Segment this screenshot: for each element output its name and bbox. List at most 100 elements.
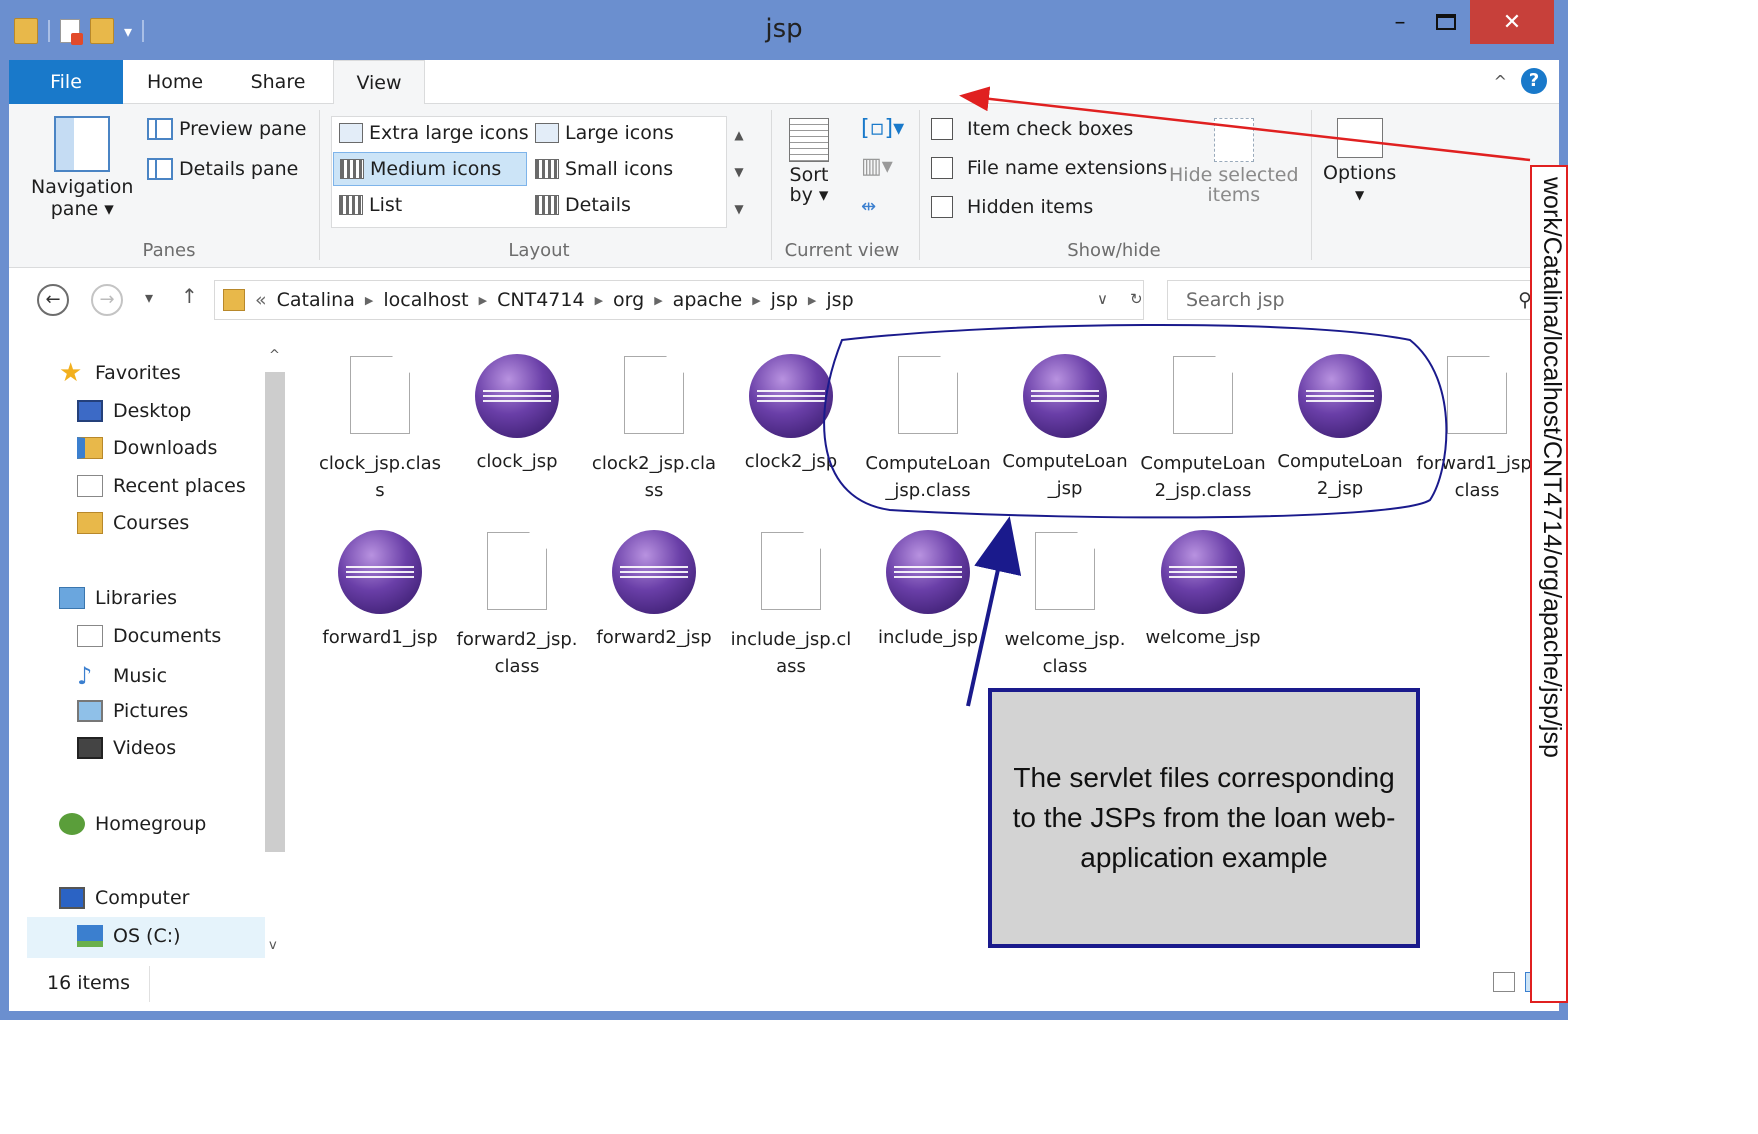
tab-home[interactable]: Home [135, 60, 215, 104]
extra-large-icons-option[interactable]: Extra large icons [339, 122, 529, 144]
tab-file[interactable]: File [9, 60, 123, 104]
maximize-button[interactable] [1424, 0, 1468, 44]
details-view-icon[interactable] [1493, 972, 1515, 992]
file-item[interactable]: ComputeLoan2_jsp.class [1139, 354, 1267, 504]
chevron-up-icon[interactable]: ▲ [734, 128, 743, 142]
sidebar-item-os-drive[interactable]: OS (C:) [77, 925, 181, 947]
sidebar-item-homegroup[interactable]: Homegroup [59, 813, 206, 835]
up-arrow-icon[interactable]: ↑ [181, 284, 198, 308]
file-name: clock2_jsp.class [591, 453, 717, 501]
file-item[interactable]: forward2_jsp [590, 530, 718, 651]
file-item[interactable]: clock_jsp [453, 354, 581, 475]
sidebar-item-label: Videos [113, 737, 177, 759]
sidebar-item-downloads[interactable]: Downloads [77, 437, 217, 459]
chevron-right-icon[interactable]: ▶ [365, 294, 373, 307]
address-dropdown-icon[interactable]: ∨ [1097, 290, 1108, 308]
breadcrumb-item[interactable]: CNT4714 [497, 289, 584, 311]
sidebar-item-courses[interactable]: Courses [77, 512, 189, 534]
file-item[interactable]: clock2_jsp [727, 354, 855, 475]
scrollbar-thumb[interactable] [265, 372, 285, 852]
refresh-icon[interactable]: ↻ [1130, 290, 1143, 308]
item-check-boxes-option[interactable]: Item check boxes [931, 118, 1133, 140]
hidden-items-option[interactable]: Hidden items [931, 196, 1093, 218]
breadcrumb-item[interactable]: jsp [771, 289, 798, 311]
sidebar-item-music[interactable]: ♪ Music [77, 662, 167, 690]
expand-gallery-icon[interactable]: ▼ [734, 202, 743, 216]
forward-button[interactable]: → [91, 284, 123, 316]
details-option[interactable]: Details [535, 194, 631, 216]
file-item[interactable]: forward1_jsp [316, 530, 444, 651]
sidebar-item-documents[interactable]: Documents [77, 625, 221, 647]
sidebar-item-desktop[interactable]: Desktop [77, 400, 191, 422]
chevron-up-icon[interactable]: ^ [269, 348, 280, 363]
breadcrumb-item[interactable]: org [613, 289, 644, 311]
list-option[interactable]: List [339, 194, 402, 216]
search-input[interactable]: Search jsp ⚲ [1167, 280, 1547, 320]
back-button[interactable]: ← [37, 284, 69, 316]
document-icon [886, 356, 970, 440]
help-icon[interactable]: ? [1521, 68, 1547, 94]
close-button[interactable]: ✕ [1470, 0, 1554, 44]
sidebar-item-videos[interactable]: Videos [77, 737, 176, 759]
sort-by-button[interactable]: Sort by ▾ [789, 118, 829, 206]
tab-view[interactable]: View [333, 60, 425, 105]
file-item[interactable]: ComputeLoan_jsp.class [864, 354, 992, 504]
breadcrumb-item[interactable]: jsp [826, 289, 853, 311]
medium-icons-option[interactable]: Medium icons [333, 152, 527, 186]
search-placeholder: Search jsp [1186, 289, 1285, 311]
file-item[interactable]: ComputeLoan2_jsp [1276, 354, 1404, 502]
medium-icons-icon [340, 159, 364, 179]
sidebar-item-recent-places[interactable]: Recent places [77, 475, 246, 497]
file-name-extensions-checkbox[interactable] [931, 157, 953, 179]
add-columns-button[interactable]: ▥▾ [861, 154, 893, 179]
tab-share[interactable]: Share [235, 60, 321, 104]
file-item[interactable]: welcome_jsp.class [1001, 530, 1129, 680]
chevron-right-icon[interactable]: ▶ [808, 294, 816, 307]
item-check-boxes-checkbox[interactable] [931, 118, 953, 140]
address-bar[interactable]: « Catalina ▶ localhost ▶ CNT4714 ▶ org ▶… [214, 280, 1144, 320]
file-item[interactable]: welcome_jsp [1139, 530, 1267, 651]
minimize-button[interactable]: – [1378, 0, 1422, 44]
file-item[interactable]: clock2_jsp.class [590, 354, 718, 504]
file-item[interactable]: forward1_jsp.class [1413, 354, 1541, 504]
collapse-ribbon-icon[interactable]: ^ [1494, 72, 1507, 91]
file-item[interactable]: ComputeLoan_jsp [1001, 354, 1129, 502]
sidebar-item-computer[interactable]: Computer [59, 887, 189, 909]
breadcrumb-item[interactable]: localhost [383, 289, 468, 311]
file-item[interactable]: include_jsp.class [727, 530, 855, 680]
hide-selected-items-button[interactable]: Hide selected items [1169, 118, 1299, 206]
size-columns-button[interactable]: ⇹ [861, 196, 876, 217]
breadcrumb-item[interactable]: Catalina [277, 289, 355, 311]
layout-scroll[interactable]: ▲ ▼ ▼ [729, 116, 749, 228]
sidebar-item-favorites[interactable]: ★ Favorites [59, 360, 181, 386]
divider [771, 110, 772, 260]
details-pane-button[interactable]: Details pane [147, 158, 298, 180]
small-icons-option[interactable]: Small icons [535, 158, 673, 180]
navigation-pane-button[interactable]: Navigation pane ▾ [31, 116, 133, 220]
navigation-scrollbar[interactable]: ^ v [265, 348, 285, 953]
chevron-right-icon[interactable]: ▶ [654, 294, 662, 307]
chevron-right-icon[interactable]: ▶ [479, 294, 487, 307]
sidebar-item-libraries[interactable]: Libraries [59, 587, 177, 609]
file-item[interactable]: include_jsp [864, 530, 992, 651]
file-item[interactable]: forward2_jsp.class [453, 530, 581, 680]
group-by-button[interactable]: [▫]▾ [861, 116, 904, 141]
details-icon [535, 195, 559, 215]
breadcrumb-overflow[interactable]: « [255, 289, 267, 311]
chevron-right-icon[interactable]: ▶ [752, 294, 760, 307]
chevron-down-icon[interactable]: ▼ [734, 165, 743, 179]
preview-pane-button[interactable]: Preview pane [147, 118, 306, 140]
options-button[interactable]: Options ▼ [1323, 118, 1396, 202]
recent-locations-icon[interactable]: ▾ [145, 288, 153, 307]
sidebar-item-pictures[interactable]: Pictures [77, 700, 188, 722]
sidebar-item-label: Documents [113, 625, 222, 647]
chevron-down-icon[interactable]: v [269, 938, 277, 953]
file-item[interactable]: clock_jsp.class [316, 354, 444, 504]
large-icons-option[interactable]: Large icons [535, 122, 674, 144]
breadcrumb-item[interactable]: apache [673, 289, 743, 311]
large-icons-icon [535, 123, 559, 143]
file-name-extensions-option[interactable]: File name extensions [931, 157, 1167, 179]
chevron-right-icon[interactable]: ▶ [595, 294, 603, 307]
hidden-items-checkbox[interactable] [931, 196, 953, 218]
divider [1311, 110, 1312, 260]
